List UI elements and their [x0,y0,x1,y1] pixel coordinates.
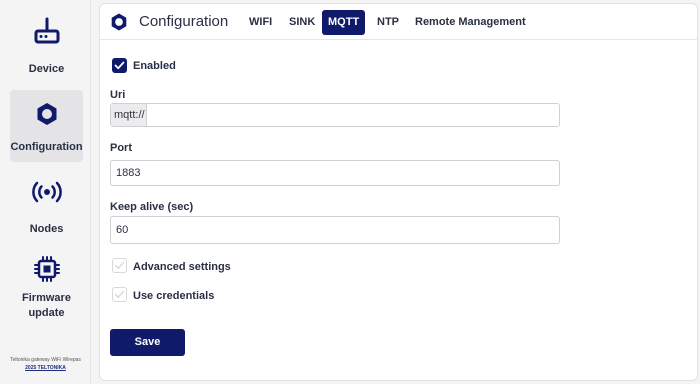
tab-remote-management[interactable]: Remote Management [409,10,532,35]
sidebar-item-nodes[interactable]: Nodes [10,170,83,242]
keepalive-value: 60 [116,224,129,236]
tab-wifi[interactable]: WIFI [243,10,278,35]
save-button[interactable]: Save [110,329,185,356]
tab-sink[interactable]: SINK [283,10,321,35]
chip-icon [33,256,60,282]
footer-link[interactable]: 2025 TELTONIKA [0,364,91,372]
sidebar-item-label: Nodes [29,223,64,235]
header-bar: Configuration ⋮ WIFI SINK MQTT NTP Remot… [100,4,697,40]
advanced-settings-checkbox[interactable] [112,258,127,273]
keepalive-label: Keep alive (sec) [110,201,194,213]
port-label: Port [110,142,132,154]
sidebar-item-label: Device [28,63,65,75]
sidebar-item-device[interactable]: Device [10,10,83,82]
tab-mqtt[interactable]: MQTT [322,10,365,35]
gear-icon [37,103,56,125]
port-field[interactable]: 1883 [110,160,560,186]
router-icon [34,17,59,44]
sidebar-item-label: Configuration [10,141,83,153]
check-icon [114,61,125,70]
port-value: 1883 [116,167,141,179]
use-credentials-label: Use credentials [133,290,215,302]
page-title: Configuration [139,13,229,30]
check-icon [114,261,125,269]
sidebar-item-firmware-update[interactable]: Firmware update [10,250,83,330]
uri-prefix: mqtt:// [111,104,147,126]
enabled-checkbox[interactable] [112,58,127,73]
uri-field[interactable]: mqtt:// [110,103,560,127]
main-panel: Configuration ⋮ WIFI SINK MQTT NTP Remot… [99,3,698,381]
gear-icon [111,13,127,31]
sidebar-footer: Teltonika gateway WiFi Wirepas 2025 TELT… [0,356,91,372]
advanced-settings-label: Advanced settings [133,261,231,273]
uri-label: Uri [110,89,126,101]
check-icon [114,290,125,298]
sidebar-item-label: Firmware update [22,292,71,319]
sidebar-item-configuration[interactable]: Configuration [10,90,83,162]
tab-ntp[interactable]: NTP [371,10,405,35]
sidebar: Device Configuration Nodes Firmware upda… [0,0,91,384]
keepalive-field[interactable]: 60 [110,216,560,244]
footer-text: Teltonika gateway WiFi Wirepas [10,357,81,363]
enabled-label: Enabled [133,60,176,72]
broadcast-icon [31,181,62,203]
use-credentials-checkbox[interactable] [112,287,127,302]
